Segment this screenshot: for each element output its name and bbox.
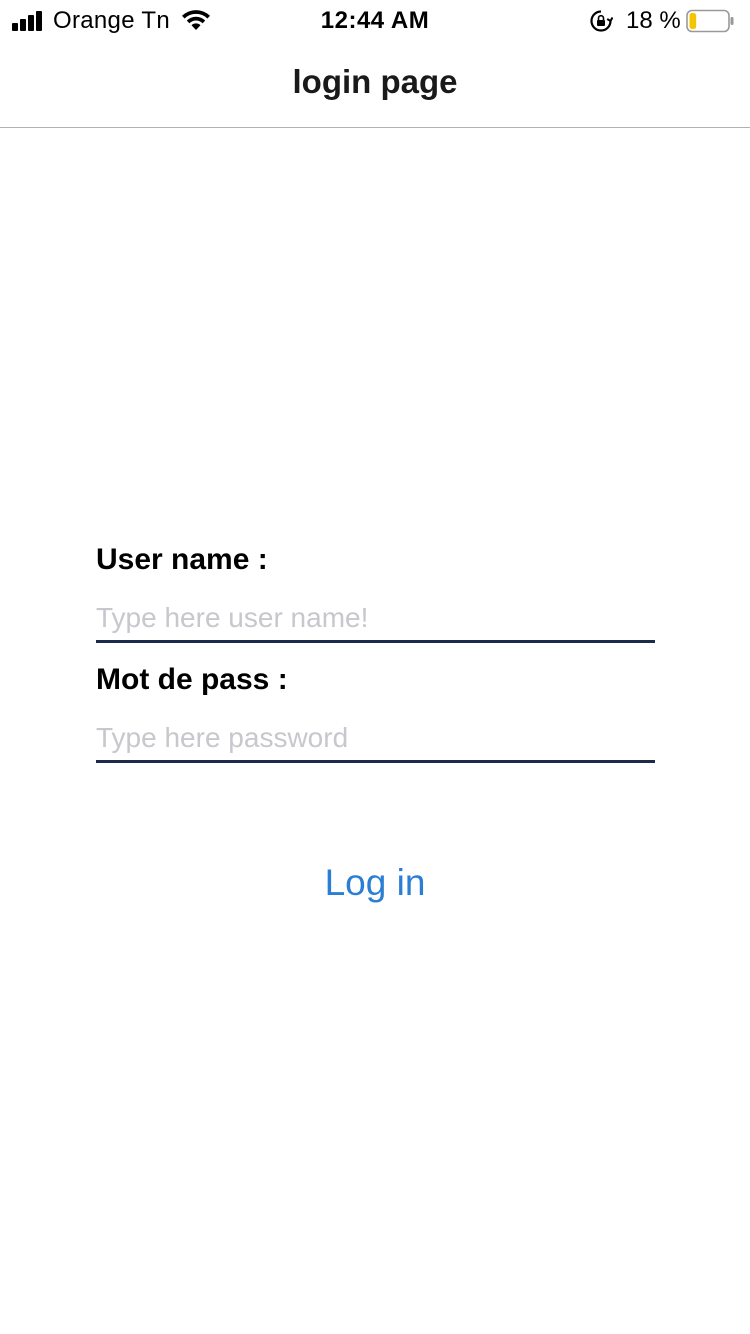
battery-fill — [689, 13, 697, 29]
battery-icon — [686, 9, 734, 33]
username-label: User name : — [96, 543, 268, 576]
password-input[interactable] — [96, 716, 655, 763]
page-title: login page — [292, 63, 458, 100]
rotation-lock-icon — [590, 10, 613, 32]
username-input[interactable] — [96, 596, 655, 643]
navigation-bar: login page — [0, 40, 750, 128]
login-button[interactable]: Log in — [0, 858, 750, 908]
battery-percent: 18 % — [626, 7, 681, 34]
status-bar: Orange Tn 12:44 AM 18 % — [0, 0, 750, 40]
password-label: Mot de pass : — [96, 663, 288, 696]
